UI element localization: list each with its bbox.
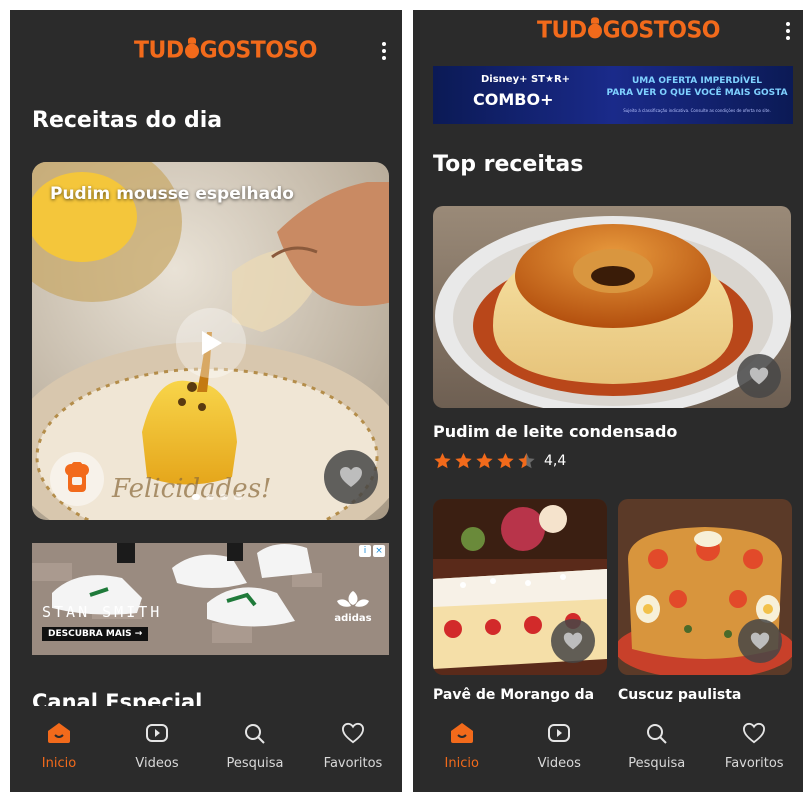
rating-value: 4,4 xyxy=(544,453,567,469)
chef-hat-logo-icon xyxy=(184,37,199,59)
heart-icon xyxy=(341,722,365,744)
recipe-card-pave[interactable] xyxy=(433,499,607,675)
star-icon xyxy=(497,452,514,469)
chef-avatar[interactable] xyxy=(50,452,104,506)
more-options-icon[interactable] xyxy=(381,42,387,60)
star-icon xyxy=(434,452,451,469)
adidas-trefoil-icon xyxy=(337,591,369,607)
nav-label-pesquisa: Pesquisa xyxy=(628,756,686,771)
star-icon xyxy=(476,452,493,469)
logo-text-left: TUD xyxy=(537,17,587,44)
nav-item-pesquisa[interactable]: Pesquisa xyxy=(206,706,304,792)
app-logo[interactable]: TUD GOSTOSO xyxy=(537,17,721,44)
favorite-button-cuscuz[interactable] xyxy=(738,619,782,663)
logo-text-left: TUD xyxy=(134,37,184,64)
nav-label-videos: Videos xyxy=(537,756,581,771)
chef-hat-icon xyxy=(65,462,89,492)
bottom-navigation: Inicio Videos Pesquisa Favoritos xyxy=(10,706,402,792)
ad-fineprint: Sujeito à classificação indicativa. Cons… xyxy=(623,108,771,113)
home-icon xyxy=(48,723,70,743)
ad-slogan: STAN SMITH xyxy=(42,603,163,621)
ad-cta-button[interactable]: DESCUBRA MAIS → xyxy=(42,627,149,641)
top-recipe-card[interactable] xyxy=(433,206,791,408)
nav-item-inicio[interactable]: Inicio xyxy=(10,706,108,792)
chef-hat-logo-icon xyxy=(587,17,602,39)
heart-icon xyxy=(340,467,362,487)
search-icon xyxy=(646,724,667,744)
ad-choices[interactable]: i × xyxy=(359,545,385,557)
nav-label-favoritos: Favoritos xyxy=(724,756,784,771)
screen-home-daily: TUD GOSTOSO Receitas do dia Felicidades!… xyxy=(10,10,402,792)
adidas-logo: adidas xyxy=(328,589,378,624)
play-video-button[interactable] xyxy=(176,308,246,378)
recipe-title-pave[interactable]: Pavê de Morango da xyxy=(433,687,594,703)
ad-headline-2: PARA VER O QUE VOCÊ MAIS GOSTA xyxy=(606,88,788,98)
ad-banner-adidas[interactable]: STAN SMITH DESCUBRA MAIS → adidas i × xyxy=(32,543,389,655)
search-icon xyxy=(245,724,265,744)
ad-brand: Disney+ ST★R+ xyxy=(481,74,571,85)
app-logo[interactable]: TUD GOSTOSO xyxy=(134,37,318,64)
recipe-title-cuscuz[interactable]: Cuscuz paulista xyxy=(618,687,741,703)
home-icon xyxy=(450,723,473,743)
featured-recipe-card[interactable]: Felicidades! Pudim mousse espelhado xyxy=(32,162,389,520)
nav-label-inicio: Inicio xyxy=(41,756,77,771)
heart-icon xyxy=(749,367,769,385)
nav-label-favoritos: Favoritos xyxy=(323,756,383,771)
section-title-daily: Receitas do dia xyxy=(32,108,223,133)
nav-item-favoritos[interactable]: Favoritos xyxy=(706,706,803,792)
recipe-card-cuscuz[interactable] xyxy=(618,499,792,675)
nav-item-videos[interactable]: Videos xyxy=(108,706,206,792)
heart-icon xyxy=(743,722,766,744)
play-icon xyxy=(202,331,222,355)
featured-recipe-title: Pudim mousse espelhado xyxy=(50,184,294,204)
ad-info-icon[interactable]: i xyxy=(359,545,371,557)
favorite-button-top[interactable] xyxy=(737,354,781,398)
nav-item-inicio[interactable]: Inicio xyxy=(413,706,511,792)
screen-top-recipes: TUD GOSTOSO Disney+ ST★R+ COMBO+ UMA OFER… xyxy=(413,10,803,792)
section-title-top: Top receitas xyxy=(433,152,584,177)
heart-icon xyxy=(563,632,583,650)
heart-icon xyxy=(750,632,770,650)
play-icon xyxy=(548,724,571,742)
favorite-button-featured[interactable] xyxy=(324,450,378,504)
nav-label-inicio: Inicio xyxy=(444,756,479,771)
nav-item-favoritos[interactable]: Favoritos xyxy=(304,706,402,792)
more-options-icon[interactable] xyxy=(785,22,791,40)
logo-text-right: GOSTOSO xyxy=(602,17,721,44)
carousel-dots xyxy=(192,494,242,500)
logo-text-right: GOSTOSO xyxy=(199,37,318,64)
bottom-navigation: Inicio Videos Pesquisa Favoritos xyxy=(413,706,803,792)
nav-label-pesquisa: Pesquisa xyxy=(226,756,284,771)
ad-headline-1: UMA OFERTA IMPERDÍVEL xyxy=(631,76,763,86)
top-recipe-title[interactable]: Pudim de leite condensado xyxy=(433,422,677,441)
nav-item-videos[interactable]: Videos xyxy=(511,706,609,792)
favorite-button-pave[interactable] xyxy=(551,619,595,663)
ad-product: COMBO+ xyxy=(473,90,554,109)
ad-banner-disney[interactable]: Disney+ ST★R+ COMBO+ UMA OFERTA IMPERDÍV… xyxy=(433,66,793,124)
star-half-icon xyxy=(518,452,535,469)
top-recipe-rating: 4,4 xyxy=(433,452,566,470)
ad-brand: adidas xyxy=(334,613,372,624)
nav-label-videos: Videos xyxy=(135,756,179,771)
rating-stars xyxy=(433,452,536,470)
ad-close-icon[interactable]: × xyxy=(373,545,385,557)
nav-item-pesquisa[interactable]: Pesquisa xyxy=(608,706,706,792)
play-icon xyxy=(146,724,168,742)
star-icon xyxy=(455,452,472,469)
